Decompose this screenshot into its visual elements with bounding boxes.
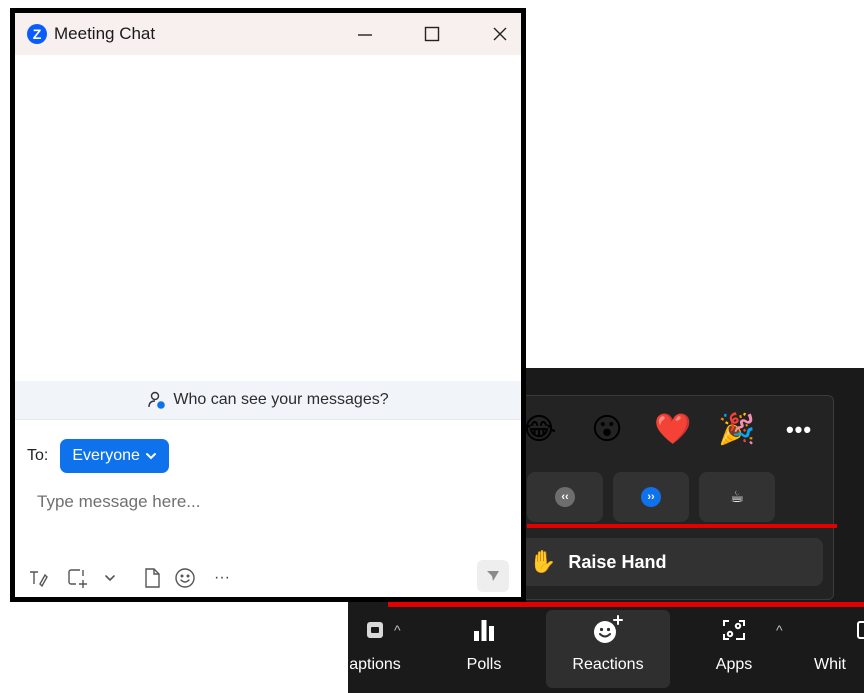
- reactions-label: Reactions: [572, 656, 644, 673]
- toolbar-whiteboards[interactable]: Whit: [814, 610, 864, 688]
- send-button[interactable]: [477, 560, 509, 592]
- send-icon: [487, 571, 499, 581]
- recipient-dropdown[interactable]: Everyone: [60, 439, 169, 473]
- maximize-button[interactable]: [417, 19, 447, 49]
- apps-caret-icon[interactable]: ^: [776, 622, 783, 638]
- file-icon: [145, 568, 160, 588]
- screenshot-icon: [68, 569, 87, 588]
- emoji-heart[interactable]: ❤️: [651, 408, 695, 452]
- person-icon: [147, 390, 167, 410]
- rewind-icon: ‹‹: [555, 487, 575, 507]
- toolbar-apps[interactable]: Apps: [706, 610, 762, 688]
- minimize-button[interactable]: [350, 19, 380, 49]
- whiteboards-label: Whit: [814, 656, 846, 673]
- toolbar-reactions[interactable]: Reactions: [546, 610, 670, 688]
- chat-toolbar: ···: [27, 565, 517, 591]
- format-text-icon: [30, 571, 48, 588]
- meeting-toolbar: aptions ^ Polls Reactions Apps ^ Whit: [348, 608, 864, 693]
- coffee-icon: ☕: [729, 489, 745, 506]
- polls-icon: [471, 610, 497, 650]
- zoom-logo-icon: Z: [27, 24, 47, 44]
- reactions-smiley-icon: [591, 610, 625, 650]
- captions-icon: [365, 610, 385, 650]
- to-label: To:: [27, 447, 49, 464]
- visibility-info-bar[interactable]: Who can see your messages?: [15, 381, 521, 420]
- screenshot-button[interactable]: [65, 565, 89, 591]
- chevron-down-icon: [145, 450, 157, 462]
- close-icon: [493, 27, 507, 41]
- raise-hand-button[interactable]: ✋ Raise Hand: [509, 538, 823, 586]
- emoji-button[interactable]: [173, 565, 197, 591]
- hand-icon: ✋: [529, 549, 557, 574]
- screenshot-options-button[interactable]: [103, 565, 117, 591]
- attach-file-button[interactable]: [141, 565, 163, 591]
- more-reactions-button[interactable]: •••: [777, 408, 821, 452]
- recipient-label: Everyone: [72, 447, 140, 464]
- chat-title-bar[interactable]: Z Meeting Chat: [15, 13, 521, 55]
- recipient-row: To: Everyone: [27, 439, 169, 473]
- more-options-button[interactable]: ···: [209, 565, 235, 591]
- slow-down-button[interactable]: ‹‹: [527, 472, 603, 522]
- close-button[interactable]: [485, 19, 515, 49]
- emoji-open-mouth[interactable]: 😮: [585, 408, 629, 452]
- highlight-line: [527, 524, 837, 528]
- message-list: [15, 55, 521, 381]
- apps-icon: [721, 610, 747, 650]
- maximize-icon: [424, 26, 440, 42]
- polls-label: Polls: [466, 656, 502, 673]
- minimize-icon: [358, 34, 372, 36]
- emoji-party-popper[interactable]: 🎉: [715, 408, 759, 452]
- highlight-frame-bottom: [388, 602, 864, 607]
- message-input[interactable]: [27, 487, 497, 517]
- toolbar-polls[interactable]: Polls: [456, 610, 512, 688]
- format-text-button[interactable]: [27, 565, 49, 591]
- speed-up-button[interactable]: ››: [613, 472, 689, 522]
- whiteboard-icon: [856, 610, 864, 650]
- meeting-chat-window: Z Meeting Chat Who can see your messages…: [10, 8, 526, 602]
- visibility-text: Who can see your messages?: [173, 391, 389, 408]
- raise-hand-label: Raise Hand: [568, 551, 667, 572]
- window-title: Meeting Chat: [54, 24, 156, 43]
- captions-caret-icon[interactable]: ^: [394, 622, 401, 638]
- captions-label: aptions: [349, 656, 401, 673]
- smiley-icon: [175, 568, 195, 588]
- coffee-break-button[interactable]: ☕: [699, 472, 775, 522]
- chevron-down-icon: [105, 575, 115, 582]
- apps-label: Apps: [715, 656, 753, 673]
- fast-forward-icon: ››: [641, 487, 661, 507]
